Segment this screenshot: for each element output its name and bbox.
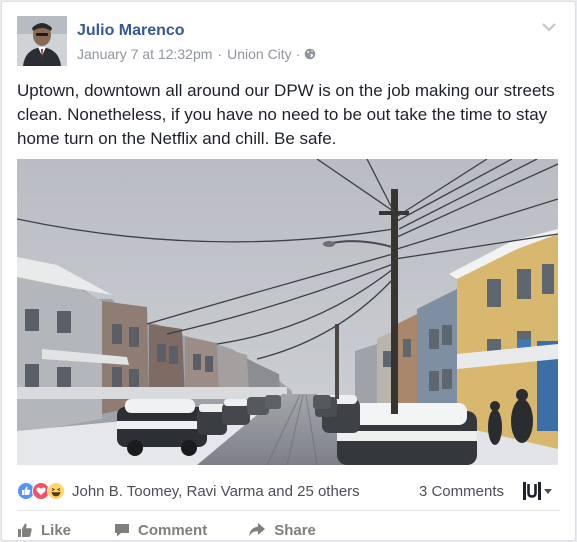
snowy-street-photo: [17, 159, 558, 465]
like-label: Like: [41, 521, 72, 539]
comment-label: Comment: [138, 521, 208, 539]
comment-button[interactable]: Comment: [114, 522, 207, 539]
share-label: Share: [274, 521, 316, 539]
divider: [17, 510, 560, 511]
reactions-bar: John B. Toomey, Ravi Varma and 25 others…: [17, 478, 560, 504]
like-button[interactable]: Like: [17, 522, 71, 539]
share-arrow-icon: [249, 523, 266, 537]
post-text: Uptown, downtown all around our DPW is o…: [17, 81, 555, 148]
page-logo-icon: [523, 482, 541, 500]
meta-separator: ·: [217, 46, 223, 62]
haha-reaction-icon: [47, 482, 65, 500]
author-name-link[interactable]: Julio Marenco: [77, 22, 185, 40]
comment-icon: [115, 524, 130, 537]
post-as-selector[interactable]: [522, 481, 554, 501]
reaction-icons[interactable]: [17, 482, 65, 500]
chevron-down-icon[interactable]: [541, 21, 557, 33]
thumbs-up-icon: [18, 523, 32, 537]
globe-icon[interactable]: [304, 48, 316, 60]
post-photo[interactable]: [17, 159, 558, 465]
post-location-link[interactable]: Union City: [227, 46, 292, 62]
post-card: Julio Marenco January 7 at 12:32pm · Uni…: [1, 1, 576, 541]
post-meta: January 7 at 12:32pm · Union City ·: [77, 46, 316, 62]
share-button[interactable]: Share: [248, 522, 316, 539]
caret-down-icon: [544, 489, 552, 494]
meta-separator: ·: [295, 46, 301, 62]
comments-count-link[interactable]: 3 Comments: [419, 483, 504, 500]
post-actions: Like Comment Share: [17, 518, 316, 542]
profile-photo-icon: [17, 16, 67, 66]
post-date-link[interactable]: January 7 at 12:32pm: [77, 46, 212, 62]
reaction-names-link[interactable]: John B. Toomey, Ravi Varma and 25 others: [72, 483, 360, 500]
avatar[interactable]: [17, 16, 67, 66]
